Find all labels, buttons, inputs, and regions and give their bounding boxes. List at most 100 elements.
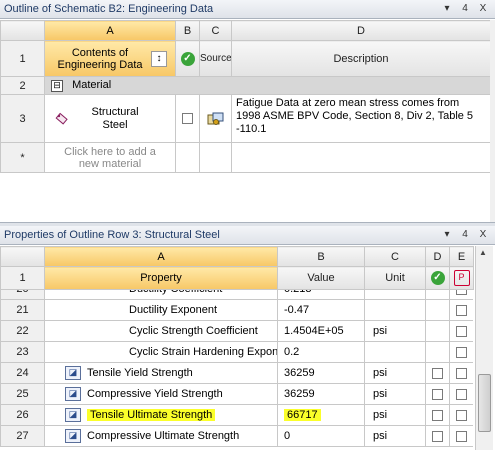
parameter-cell[interactable]: [449, 404, 473, 426]
scroll-up-icon[interactable]: ▲: [479, 248, 487, 257]
enable-cell[interactable]: [425, 425, 450, 447]
property-cell[interactable]: Ductility Coefficient: [44, 289, 278, 300]
sort-icon[interactable]: ↕: [151, 51, 167, 67]
parameter-checkbox[interactable]: [456, 409, 467, 421]
material-icon: [55, 112, 69, 126]
value-cell[interactable]: -0.47: [277, 299, 365, 321]
empty-cell: [231, 142, 491, 173]
property-cell[interactable]: Cyclic Strength Coefficient: [44, 320, 278, 342]
value-cell[interactable]: 1.4504E+05: [277, 320, 365, 342]
unit-cell[interactable]: [364, 341, 426, 363]
property-chart-icon[interactable]: ◪: [65, 387, 81, 401]
parameter-cell[interactable]: [449, 425, 473, 447]
panel-dropdown-button[interactable]: ▾: [440, 2, 454, 16]
unit-cell[interactable]: psi: [364, 383, 426, 405]
vertical-scrollbar[interactable]: ▲: [475, 246, 493, 450]
parameter-checkbox[interactable]: [456, 346, 467, 358]
unit-cell[interactable]: [364, 299, 426, 321]
property-cell[interactable]: ◪ Tensile Ultimate Strength: [44, 404, 278, 426]
table-row[interactable]: 26 ◪ Tensile Ultimate Strength 66717 psi: [0, 404, 473, 426]
table-row[interactable]: 22 Cyclic Strength Coefficient 1.4504E+05 p…: [0, 320, 473, 342]
panel-close-button[interactable]: X: [476, 228, 490, 242]
enable-cell[interactable]: [425, 362, 450, 384]
property-value: 66717: [284, 409, 321, 421]
property-cell[interactable]: Ductility Exponent: [44, 299, 278, 321]
add-material-cell[interactable]: Click here to add a new material: [44, 142, 176, 173]
enable-cell[interactable]: [425, 383, 450, 405]
empty-cell: [199, 142, 232, 173]
property-header: Property: [44, 266, 278, 290]
panel-pin-button[interactable]: 4: [458, 2, 472, 16]
enable-cell[interactable]: [425, 289, 450, 300]
panel-close-button[interactable]: X: [476, 2, 490, 16]
parameter-cell[interactable]: [449, 341, 473, 363]
parameter-cell[interactable]: [449, 299, 473, 321]
value-cell[interactable]: 0.213: [277, 289, 365, 300]
column-header-c[interactable]: C: [364, 246, 426, 267]
unit-cell[interactable]: psi: [364, 320, 426, 342]
property-chart-icon[interactable]: ◪: [65, 408, 81, 422]
source-cell: [199, 94, 232, 143]
enable-cell[interactable]: [425, 404, 450, 426]
value-cell[interactable]: 36259: [277, 383, 365, 405]
unit-cell[interactable]: psi: [364, 425, 426, 447]
table-row[interactable]: 20 Ductility Coefficient 0.213: [0, 289, 473, 300]
column-header-c[interactable]: C: [199, 20, 232, 41]
table-row[interactable]: 21 Ductility Exponent -0.47: [0, 299, 473, 321]
bottom-panel-title: Properties of Outline Row 3: Structural …: [4, 229, 220, 241]
enable-checkbox[interactable]: [432, 388, 443, 400]
table-row[interactable]: 25 ◪ Compressive Yield Strength 36259 psi: [0, 383, 473, 405]
unit-cell[interactable]: psi: [364, 362, 426, 384]
panel-pin-button[interactable]: 4: [458, 228, 472, 242]
property-cell[interactable]: ◪ Compressive Yield Strength: [44, 383, 278, 405]
table-row[interactable]: 23 Cyclic Strain Hardening Exponent 0.2: [0, 341, 473, 363]
enable-checkbox[interactable]: [432, 430, 443, 442]
column-header-a[interactable]: A: [44, 246, 278, 267]
property-chart-icon[interactable]: ◪: [65, 429, 81, 443]
material-enable-cell[interactable]: [175, 94, 200, 143]
property-chart-icon[interactable]: ◪: [65, 366, 81, 380]
value-cell[interactable]: 36259: [277, 362, 365, 384]
property-cell[interactable]: Cyclic Strain Hardening Exponent: [44, 341, 278, 363]
properties-scroll-area[interactable]: 20 Ductility Coefficient 0.213 21 Ductility …: [0, 289, 473, 450]
column-header-e[interactable]: E: [449, 246, 474, 267]
enable-checkbox[interactable]: [432, 367, 443, 379]
column-header-b[interactable]: B: [175, 20, 200, 41]
material-category-row[interactable]: ⊟ Material: [44, 76, 491, 95]
table-row[interactable]: 24 ◪ Tensile Yield Strength 36259 psi: [0, 362, 473, 384]
column-header-a[interactable]: A: [44, 20, 176, 41]
value-cell[interactable]: 0.2: [277, 341, 365, 363]
unit-cell[interactable]: psi: [364, 404, 426, 426]
column-header-d[interactable]: D: [425, 246, 450, 267]
parameter-cell[interactable]: [449, 383, 473, 405]
parameter-cell[interactable]: [449, 289, 473, 300]
property-cell[interactable]: ◪ Tensile Yield Strength: [44, 362, 278, 384]
column-header-b[interactable]: B: [277, 246, 365, 267]
parameter-cell[interactable]: [449, 362, 473, 384]
property-cell[interactable]: ◪ Compressive Ultimate Strength: [44, 425, 278, 447]
contents-header[interactable]: Contents of Engineering Data ↕: [44, 40, 176, 77]
row-number: 22: [0, 320, 45, 342]
unit-cell[interactable]: [364, 289, 426, 300]
value-cell[interactable]: 0: [277, 425, 365, 447]
collapse-toggle-icon[interactable]: ⊟: [51, 79, 63, 92]
parameter-checkbox[interactable]: [456, 388, 467, 400]
enable-checkbox[interactable]: [432, 409, 443, 421]
enable-cell[interactable]: [425, 341, 450, 363]
panel-dropdown-button[interactable]: ▾: [440, 228, 454, 242]
enable-cell[interactable]: [425, 320, 450, 342]
parameter-checkbox[interactable]: [456, 430, 467, 442]
value-header: Value: [277, 266, 365, 290]
row-number: *: [0, 142, 45, 173]
column-header-d[interactable]: D: [231, 20, 491, 41]
value-cell[interactable]: 66717: [277, 404, 365, 426]
parameter-cell[interactable]: [449, 320, 473, 342]
scrollbar-thumb[interactable]: [478, 374, 491, 432]
material-name-cell[interactable]: Structural Steel: [44, 94, 176, 143]
parameter-checkbox[interactable]: [456, 304, 467, 316]
table-row[interactable]: 27 ◪ Compressive Ultimate Strength 0 psi: [0, 425, 473, 447]
enable-cell[interactable]: [425, 299, 450, 321]
parameter-checkbox[interactable]: [456, 367, 467, 379]
parameter-checkbox[interactable]: [456, 325, 467, 337]
material-checkbox[interactable]: [182, 113, 193, 125]
